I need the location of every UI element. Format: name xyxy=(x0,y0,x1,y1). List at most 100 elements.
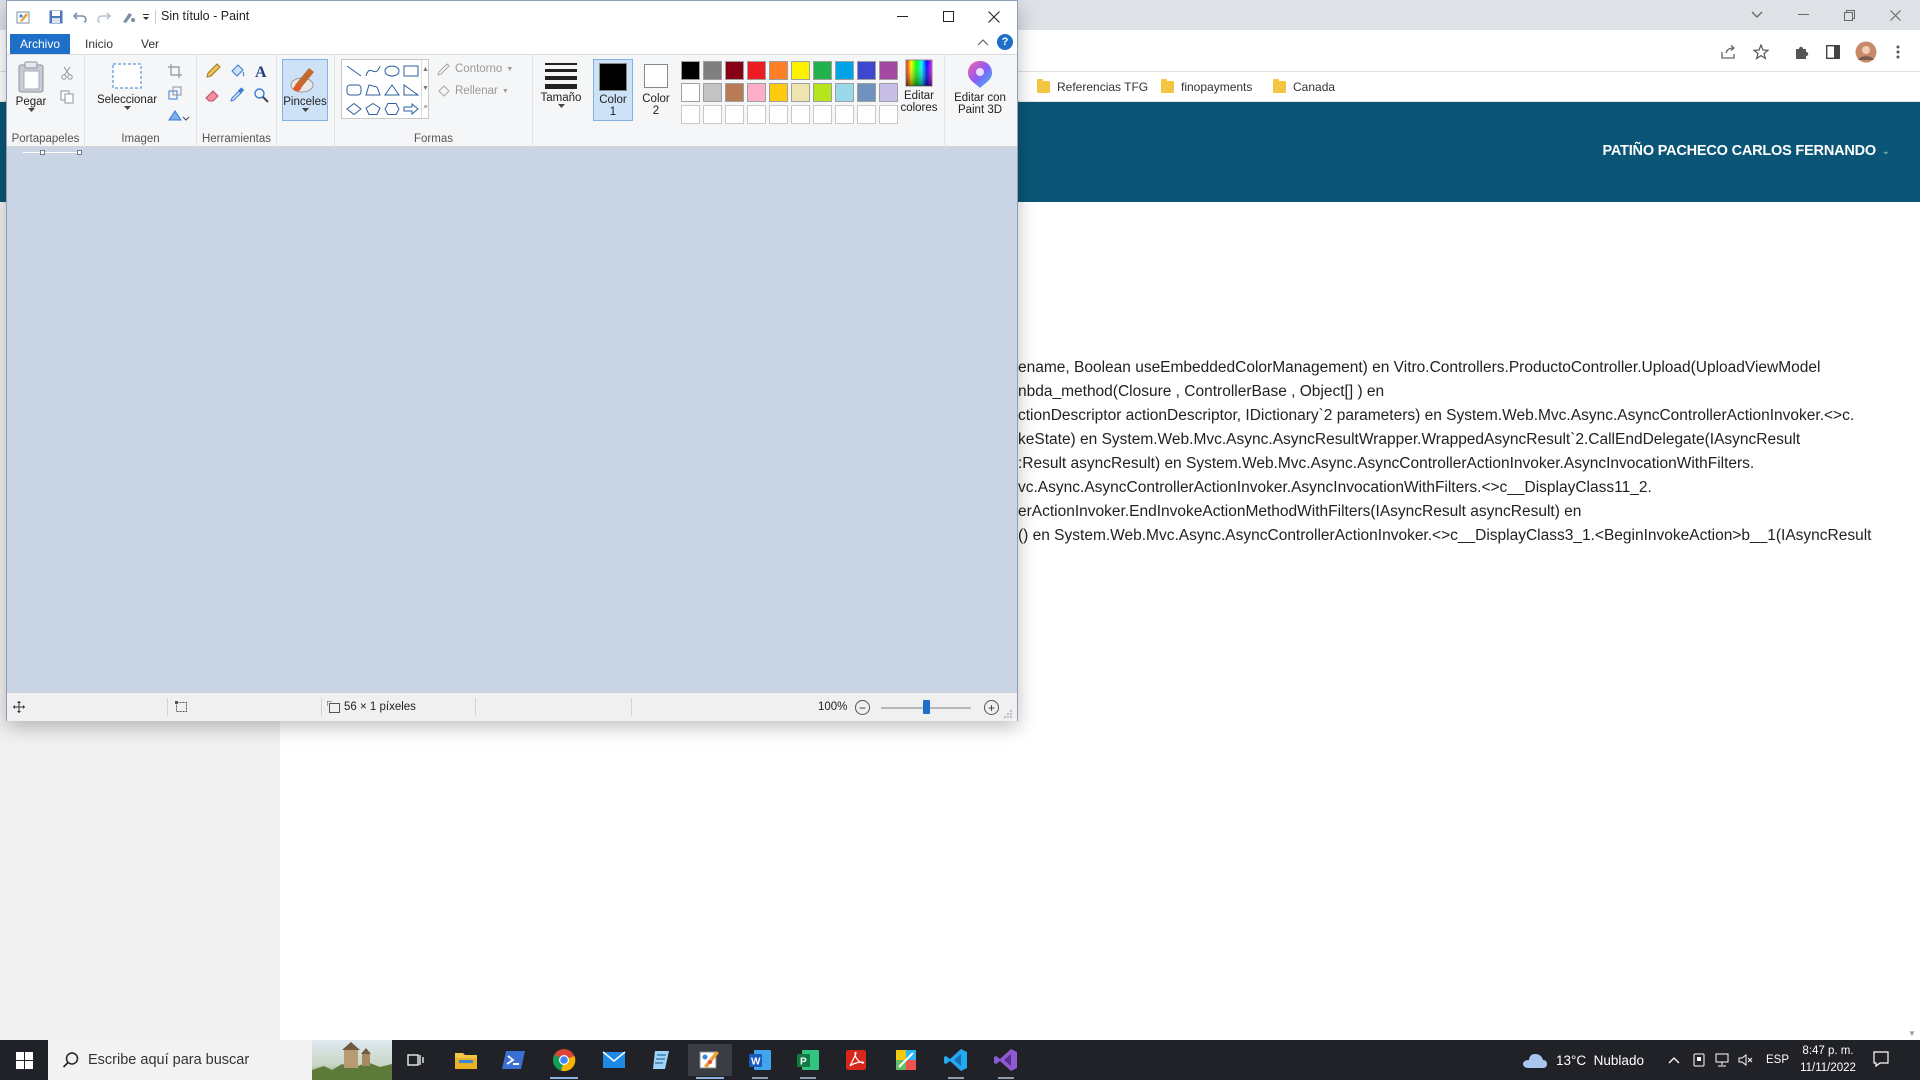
weather-widget[interactable]: 13°C Nublado xyxy=(1522,1040,1644,1080)
shape-oval[interactable] xyxy=(382,62,401,80)
size-button[interactable]: Tamaño xyxy=(537,61,585,108)
palette-swatch-empty[interactable] xyxy=(857,105,876,124)
paint-minimize-button[interactable] xyxy=(879,1,925,32)
paint-app-icon[interactable] xyxy=(15,8,33,25)
palette-swatch[interactable] xyxy=(703,83,722,102)
color2-button[interactable]: Color 2 xyxy=(637,59,675,121)
bookmark-finopayments[interactable]: finopayments xyxy=(1161,78,1252,96)
palette-swatch-empty[interactable] xyxy=(879,105,898,124)
palette-swatch[interactable] xyxy=(879,61,898,80)
task-view-button[interactable] xyxy=(394,1044,438,1076)
tab-ver[interactable]: Ver xyxy=(131,34,169,54)
copy-button[interactable] xyxy=(57,87,77,107)
volume-muted-icon[interactable] xyxy=(1738,1040,1756,1080)
scroll-down-arrow-icon[interactable]: ▼ xyxy=(1908,1029,1916,1038)
taskbar-search[interactable]: Escribe aquí para buscar xyxy=(48,1040,392,1080)
input-language[interactable]: ESP xyxy=(1766,1040,1789,1080)
mail-app[interactable] xyxy=(592,1044,636,1076)
pencil-tool[interactable] xyxy=(203,61,223,81)
palette-swatch[interactable] xyxy=(681,83,700,102)
bookmark-star-button[interactable] xyxy=(1750,41,1772,63)
browser-minimize-button[interactable] xyxy=(1780,0,1826,30)
paint-close-button[interactable] xyxy=(971,1,1017,32)
meet-now-icon[interactable] xyxy=(1692,1040,1708,1080)
shape-hexagon[interactable] xyxy=(382,100,401,118)
notifications-button[interactable] xyxy=(1872,1050,1892,1070)
palette-swatch[interactable] xyxy=(725,83,744,102)
fill-button[interactable]: Rellenar ▼ xyxy=(437,83,509,99)
acrobat-app[interactable] xyxy=(834,1044,878,1076)
collapse-ribbon-button[interactable] xyxy=(977,35,991,49)
bookmark-referencias-tfg[interactable]: Referencias TFG xyxy=(1037,78,1148,96)
text-tool[interactable]: A xyxy=(251,61,271,81)
profile-avatar[interactable] xyxy=(1855,41,1877,63)
color1-button[interactable]: Color 1 xyxy=(593,59,633,121)
palette-swatch[interactable] xyxy=(879,83,898,102)
paint-maximize-button[interactable] xyxy=(925,1,971,32)
palette-swatch[interactable] xyxy=(703,61,722,80)
shape-curve[interactable] xyxy=(363,62,382,80)
palette-swatch-empty[interactable] xyxy=(791,105,810,124)
edit-with-paint3d-button[interactable]: Editar con Paint 3D xyxy=(947,59,1013,116)
palette-swatch[interactable] xyxy=(769,61,788,80)
bookmark-canada[interactable]: Canada xyxy=(1273,78,1335,96)
brushes-button[interactable]: Pinceles xyxy=(282,59,328,121)
canvas[interactable] xyxy=(23,152,79,153)
clock[interactable]: 8:47 p. m. 11/11/2022 xyxy=(1796,1043,1860,1077)
chrome-app[interactable] xyxy=(542,1044,586,1079)
zoom-out-button[interactable]: − xyxy=(855,700,870,715)
shape-diamond[interactable] xyxy=(344,100,363,118)
network-icon[interactable] xyxy=(1714,1040,1732,1080)
eraser-tool[interactable] xyxy=(203,85,223,105)
redo-button[interactable] xyxy=(95,8,113,25)
palette-swatch[interactable] xyxy=(681,61,700,80)
shape-polygon[interactable] xyxy=(363,81,382,99)
browser-restore-button[interactable] xyxy=(1826,0,1872,30)
shape-rounded-rectangle[interactable] xyxy=(344,81,363,99)
paste-button[interactable]: Pegar xyxy=(13,61,49,112)
shape-rectangle[interactable] xyxy=(401,62,420,80)
show-hidden-icons-button[interactable] xyxy=(1668,1040,1682,1080)
powershell-app[interactable] xyxy=(492,1044,536,1076)
palette-swatch[interactable] xyxy=(813,61,832,80)
palette-swatch-empty[interactable] xyxy=(703,105,722,124)
help-button[interactable]: ? xyxy=(997,34,1013,50)
rotate-button[interactable] xyxy=(165,105,193,125)
palette-swatch[interactable] xyxy=(857,83,876,102)
edit-colors-button[interactable]: Editar colores xyxy=(897,59,941,114)
fill-tool[interactable] xyxy=(227,61,247,81)
customize-quick-access-button[interactable] xyxy=(141,8,151,25)
crop-button[interactable] xyxy=(165,61,185,81)
undo-button[interactable] xyxy=(71,8,89,25)
vscode-app[interactable] xyxy=(934,1044,978,1079)
palette-swatch[interactable] xyxy=(813,83,832,102)
palette-swatch[interactable] xyxy=(835,83,854,102)
select-button[interactable]: Seleccionar xyxy=(95,61,159,110)
tab-inicio[interactable]: Inicio xyxy=(75,34,123,54)
palette-swatch[interactable] xyxy=(725,61,744,80)
color-picker-tool[interactable] xyxy=(227,85,247,105)
palette-swatch-empty[interactable] xyxy=(725,105,744,124)
palette-swatch[interactable] xyxy=(791,61,810,80)
palette-swatch[interactable] xyxy=(791,83,810,102)
shape-pentagon[interactable] xyxy=(363,100,382,118)
paint-app[interactable] xyxy=(688,1044,732,1079)
shapes-scroll[interactable]: ▲ ▼ ≡ xyxy=(421,60,429,118)
user-menu-caret[interactable]: ⌄ xyxy=(1882,146,1890,157)
palette-swatch-empty[interactable] xyxy=(835,105,854,124)
shape-triangle[interactable] xyxy=(382,81,401,99)
side-panel-button[interactable] xyxy=(1822,41,1844,63)
palette-swatch[interactable] xyxy=(747,61,766,80)
palette-swatch-empty[interactable] xyxy=(769,105,788,124)
user-menu[interactable]: PATIÑO PACHECO CARLOS FERNANDO xyxy=(1602,143,1876,159)
quick-access-button[interactable] xyxy=(119,8,139,25)
shape-line[interactable] xyxy=(344,62,363,80)
zoom-slider-thumb[interactable] xyxy=(923,700,930,714)
resize-handle[interactable] xyxy=(40,150,45,155)
browser-menu-button[interactable] xyxy=(1887,41,1909,63)
page-scrollbar[interactable]: ▼ xyxy=(1904,202,1920,1040)
tab-search-button[interactable] xyxy=(1734,0,1780,30)
outline-button[interactable]: Contorno ▼ xyxy=(437,61,513,77)
magnifier-tool[interactable] xyxy=(251,85,271,105)
palette-swatch[interactable] xyxy=(769,83,788,102)
